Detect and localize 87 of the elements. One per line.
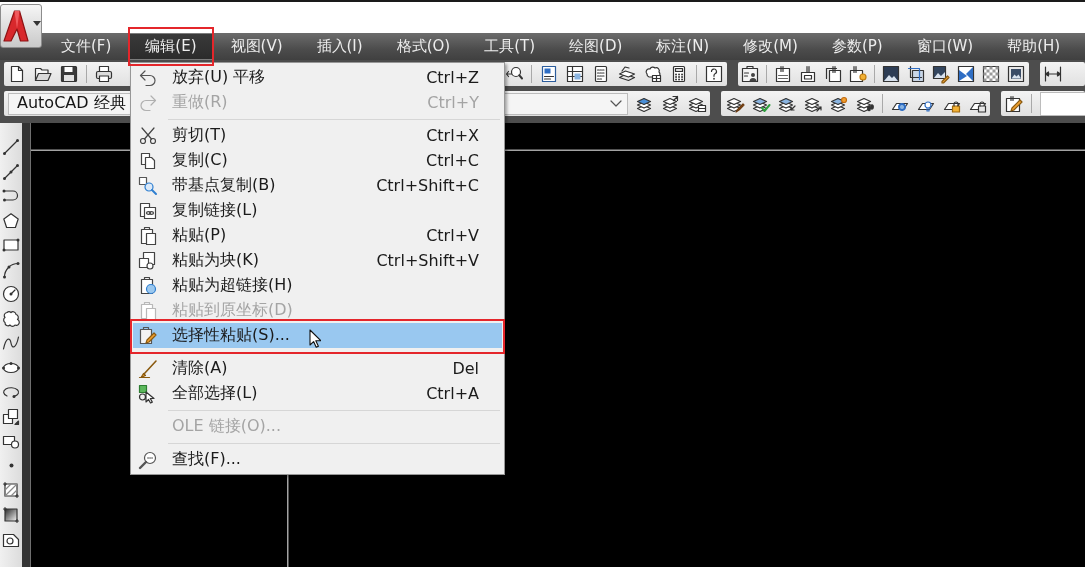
point-icon[interactable] xyxy=(8,463,14,468)
scissors-icon xyxy=(138,125,158,146)
clipboard-pencil-icon xyxy=(138,325,158,346)
gradient-icon[interactable] xyxy=(2,505,20,524)
clipped-page-icon[interactable] xyxy=(774,65,792,83)
cloud-sheet-icon[interactable] xyxy=(644,65,662,83)
menu-bar-item[interactable]: 格式(O) xyxy=(379,33,468,60)
clipped-page-dot-icon[interactable] xyxy=(849,65,867,83)
shortcut-text: Ctrl+Shift+C xyxy=(376,176,479,195)
menu-item[interactable]: 复制链接(L) xyxy=(133,198,502,223)
clipped-frame-icon[interactable] xyxy=(799,65,817,83)
dimension-icon[interactable] xyxy=(1044,65,1062,83)
menu-item[interactable]: 查找(F)... xyxy=(133,447,502,472)
menu-item[interactable]: 粘贴(P) Ctrl+V xyxy=(133,223,502,248)
line-icon[interactable] xyxy=(2,138,20,156)
shortcut-text: Ctrl+V xyxy=(426,226,479,245)
menu-item[interactable]: 选择性粘贴(S)... xyxy=(133,323,502,348)
picture-pencil-icon[interactable] xyxy=(932,65,950,83)
menu-bar-item[interactable]: 编辑(E) xyxy=(128,33,214,60)
menu-item[interactable]: 复制(C) Ctrl+C xyxy=(133,148,502,173)
panel-icon[interactable] xyxy=(540,65,558,83)
arc-icon[interactable] xyxy=(2,260,20,279)
clipboard-globe-icon xyxy=(138,275,158,296)
menu-bar-item[interactable]: 插入(I) xyxy=(299,33,380,60)
clipboard-person-icon[interactable] xyxy=(741,65,759,83)
picture-icon[interactable] xyxy=(882,65,900,83)
layers-arrow-icon[interactable] xyxy=(662,94,680,113)
menu-item[interactable]: 放弃(U) 平移 Ctrl+Z xyxy=(133,65,502,90)
rectangle-icon[interactable] xyxy=(2,236,20,254)
menu-bar-item[interactable]: 帮助(H) xyxy=(990,33,1078,60)
two-pages-icon xyxy=(138,150,158,171)
app-menu-button[interactable] xyxy=(0,4,42,48)
squares-magnifier-icon xyxy=(138,175,158,196)
menu-bar-item[interactable]: 工具(T) xyxy=(467,33,553,60)
picture-crop-icon[interactable] xyxy=(907,65,925,83)
clipboard-icon xyxy=(138,300,158,321)
chevron-down-icon[interactable] xyxy=(610,100,622,107)
grid-panel-icon[interactable] xyxy=(566,65,584,83)
shortcut-text: Ctrl+Z xyxy=(426,68,479,87)
shortcut-text: Del xyxy=(452,359,479,378)
shortcut-text: Ctrl+C xyxy=(425,151,479,170)
brush-icon xyxy=(138,358,158,379)
menu-item[interactable]: 粘贴为块(K) Ctrl+Shift+V xyxy=(133,248,502,273)
shortcut-text: Ctrl+A xyxy=(426,384,479,403)
shapes-cursor-icon xyxy=(138,383,158,404)
menu-bar-item[interactable]: 文件(F) xyxy=(44,33,129,60)
block-insert-icon[interactable] xyxy=(2,407,20,426)
clipboard-icon xyxy=(138,225,158,246)
page-link-icon xyxy=(138,200,158,221)
menu-bar-item[interactable]: 绘图(D) xyxy=(552,33,640,60)
input-field[interactable] xyxy=(1040,91,1085,116)
menu-item[interactable]: 带基点复制(B) Ctrl+Shift+C xyxy=(133,173,502,198)
menu-bar-item[interactable]: 修改(M) xyxy=(726,33,815,60)
hatch-icon[interactable] xyxy=(2,481,20,499)
menu-bar-item[interactable]: 参数(P) xyxy=(814,33,900,60)
folder-icon[interactable] xyxy=(34,65,52,83)
menu-item[interactable]: 全部选择(L) Ctrl+A xyxy=(133,381,502,406)
mouse-pointer-icon xyxy=(309,329,321,348)
stacked-sheets-icon[interactable] xyxy=(618,65,636,83)
shortcut-text: Ctrl+X xyxy=(426,126,479,145)
shortcut-text: Ctrl+Shift+V xyxy=(376,251,479,270)
app-logo-icon[interactable] xyxy=(3,10,29,42)
menu-bar-item[interactable]: 窗口(W) xyxy=(899,33,991,60)
pencil-page-icon[interactable] xyxy=(1005,94,1023,113)
layers-dot-icon[interactable] xyxy=(830,94,848,113)
checker-pattern-icon[interactable] xyxy=(982,65,1000,83)
clipped-pages-icon[interactable] xyxy=(824,65,842,83)
menu-item[interactable]: 清除(A) Del xyxy=(133,356,502,381)
blank-page-icon[interactable] xyxy=(8,65,26,83)
spline-icon[interactable] xyxy=(2,334,20,352)
cloud-icon[interactable] xyxy=(2,309,20,328)
circle-icon[interactable] xyxy=(2,285,20,303)
menu-item[interactable]: 粘贴为超链接(H) xyxy=(133,273,502,298)
calculator-icon[interactable] xyxy=(670,65,688,83)
line-points-icon[interactable] xyxy=(2,162,20,181)
clipboard-block-icon xyxy=(138,250,158,271)
magnifier-icon xyxy=(138,449,158,470)
menu-bar-item[interactable]: 视图(V) xyxy=(213,33,300,60)
help-icon[interactable] xyxy=(705,65,723,83)
picture-frame-icon[interactable] xyxy=(1007,65,1025,83)
pentagon-icon[interactable] xyxy=(2,211,20,230)
caret-icon[interactable] xyxy=(33,21,41,26)
shortcut-text: Ctrl+Y xyxy=(427,93,479,112)
printer-icon[interactable] xyxy=(95,65,113,83)
menu-bar-item[interactable]: 标注(N) xyxy=(639,33,727,60)
menu-item[interactable]: 剪切(T) Ctrl+X xyxy=(133,123,502,148)
list-page-icon[interactable] xyxy=(592,65,610,83)
